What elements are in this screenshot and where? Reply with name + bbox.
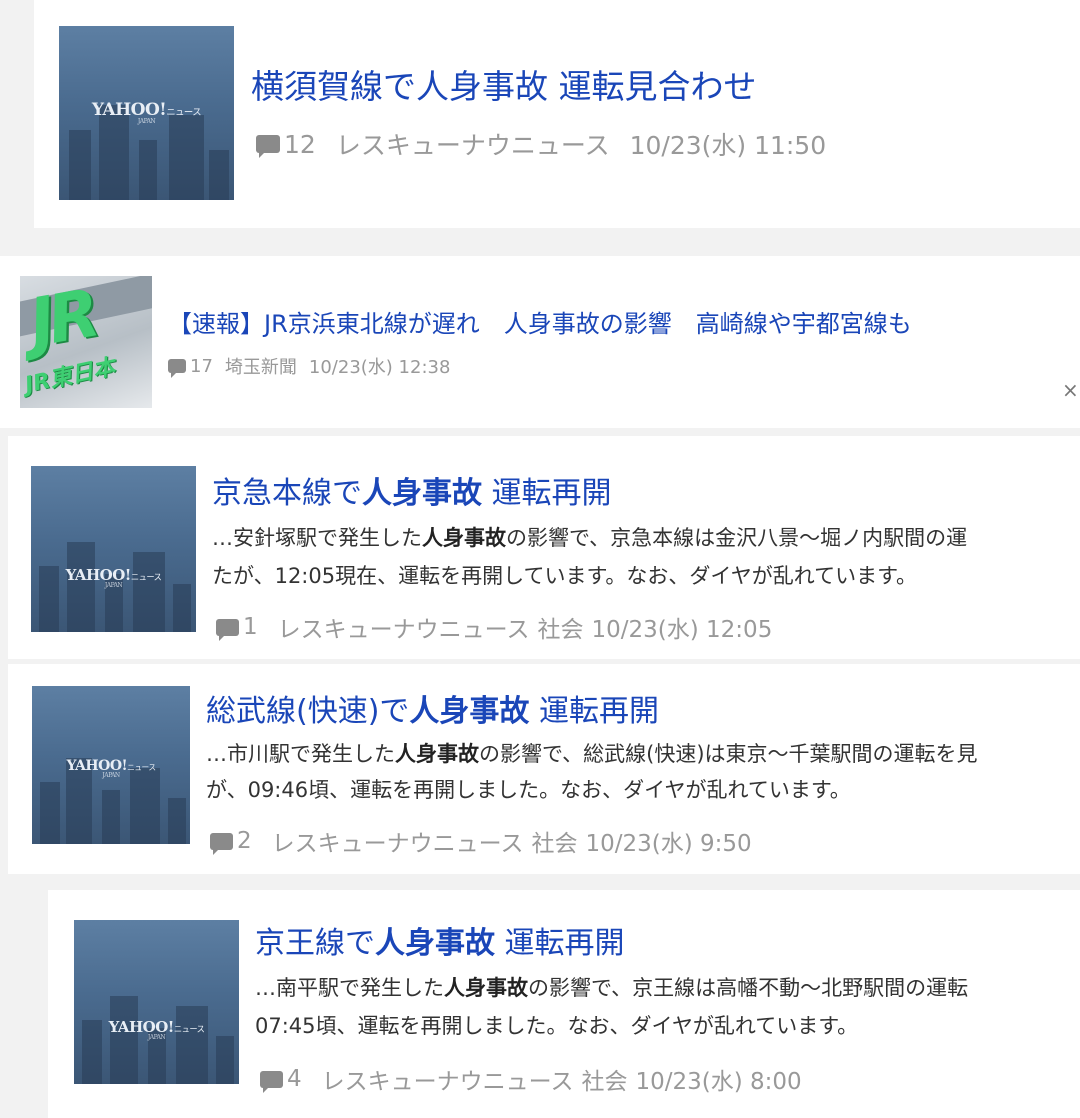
article-meta: 17 埼玉新聞 10/23(水) 12:38 xyxy=(168,353,450,379)
comment-icon xyxy=(210,832,233,855)
comment-count: 17 xyxy=(190,355,213,377)
article-title[interactable]: 京王線で人身事故 運転再開 xyxy=(255,918,625,962)
article-source: レスキューナウニュース xyxy=(335,131,610,160)
news-card[interactable]: YAHOO!ニュース JAPAN 横須賀線で人身事故 運転見合わせ 12 レスキ… xyxy=(34,0,1080,228)
article-meta: 12 レスキューナウニュース 10/23(水) 11:50 xyxy=(256,126,826,162)
article-snippet-line1: …安針塚駅で発生した人身事故の影響で、京急本線は金沢八景～堀ノ内駅間の運 xyxy=(212,526,968,550)
news-card[interactable]: YAHOO!ニュース JAPAN 総武線(快速)で人身事故 運転再開 …市川駅で… xyxy=(8,664,1080,874)
article-snippet-line2: 07:45頃、運転を再開しました。なお、ダイヤが乱れています。 xyxy=(255,1014,859,1038)
article-meta: 2 レスキューナウニュース 社会 10/23(水) 9:50 xyxy=(210,824,752,858)
article-category: 社会 xyxy=(537,617,584,643)
article-title[interactable]: 横須賀線で人身事故 運転見合わせ xyxy=(251,60,757,108)
article-title[interactable]: 総武線(快速)で人身事故 運転再開 xyxy=(206,686,659,730)
article-datetime: 10/23(水) 9:50 xyxy=(585,831,752,857)
yahoo-news-logo: YAHOO!ニュース JAPAN xyxy=(108,1018,205,1041)
comment-count: 2 xyxy=(237,828,252,854)
article-datetime: 10/23(水) 12:38 xyxy=(308,357,451,378)
article-meta: 1 レスキューナウニュース 社会 10/23(水) 12:05 xyxy=(216,610,772,644)
news-card[interactable]: YAHOO!ニュース JAPAN 京王線で人身事故 運転再開 …南平駅で発生した… xyxy=(48,890,1080,1118)
comment-icon xyxy=(256,135,280,158)
article-title[interactable]: 【速報】JR京浜東北線が遅れ 人身事故の影響 高崎線や宇都宮線も xyxy=(168,304,912,339)
thumbnail-image[interactable]: YAHOO!ニュース JAPAN xyxy=(59,26,234,200)
comment-count: 4 xyxy=(287,1066,302,1092)
comment-count: 1 xyxy=(243,614,258,640)
article-title[interactable]: 京急本線で人身事故 運転再開 xyxy=(212,468,612,512)
article-category: 社会 xyxy=(531,831,578,857)
yahoo-news-logo: YAHOO!ニュース JAPAN xyxy=(91,100,202,125)
article-category: 社会 xyxy=(581,1069,628,1095)
article-meta: 4 レスキューナウニュース 社会 10/23(水) 8:00 xyxy=(260,1062,802,1096)
article-snippet-line1: …市川駅で発生した人身事故の影響で、総武線(快速)は東京～千葉駅間の運転を見 xyxy=(206,742,978,766)
news-card[interactable]: YAHOO!ニュース JAPAN 京急本線で人身事故 運転再開 …安針塚駅で発生… xyxy=(8,436,1080,659)
comment-icon xyxy=(260,1070,283,1093)
article-snippet-line2: が、09:46頃、運転を再開しました。なお、ダイヤが乱れています。 xyxy=(206,778,851,802)
comment-count: 12 xyxy=(284,129,316,159)
article-snippet-line1: …南平駅で発生した人身事故の影響で、京王線は高幡不動～北野駅間の運転 xyxy=(255,976,969,1000)
thumbnail-image[interactable]: YAHOO!ニュース JAPAN xyxy=(31,466,196,632)
thumbnail-image[interactable]: YAHOO!ニュース JAPAN xyxy=(32,686,190,844)
comment-icon xyxy=(216,618,239,641)
article-source: レスキューナウニュース xyxy=(321,1069,574,1095)
news-card[interactable]: JR JR東日本 【速報】JR京浜東北線が遅れ 人身事故の影響 高崎線や宇都宮線… xyxy=(0,256,1080,428)
article-source: 埼玉新聞 xyxy=(224,357,297,378)
article-datetime: 10/23(水) 12:05 xyxy=(591,617,773,643)
article-datetime: 10/23(水) 11:50 xyxy=(629,131,827,160)
article-source: レスキューナウニュース xyxy=(271,831,524,857)
article-source: レスキューナウニュース xyxy=(277,617,530,643)
thumbnail-image[interactable]: YAHOO!ニュース JAPAN xyxy=(74,920,239,1084)
jr-logo: JR xyxy=(23,276,100,362)
yahoo-news-logo: YAHOO!ニュース JAPAN xyxy=(66,758,156,779)
yahoo-news-logo: YAHOO!ニュース JAPAN xyxy=(65,566,162,589)
article-snippet-line2: たが、12:05現在、運転を再開しています。なお、ダイヤが乱れています。 xyxy=(212,564,918,588)
jr-east-thumbnail[interactable]: JR JR東日本 xyxy=(20,276,152,408)
comment-icon xyxy=(168,359,186,378)
article-datetime: 10/23(水) 8:00 xyxy=(635,1069,802,1095)
close-icon[interactable]: × xyxy=(1062,378,1079,402)
